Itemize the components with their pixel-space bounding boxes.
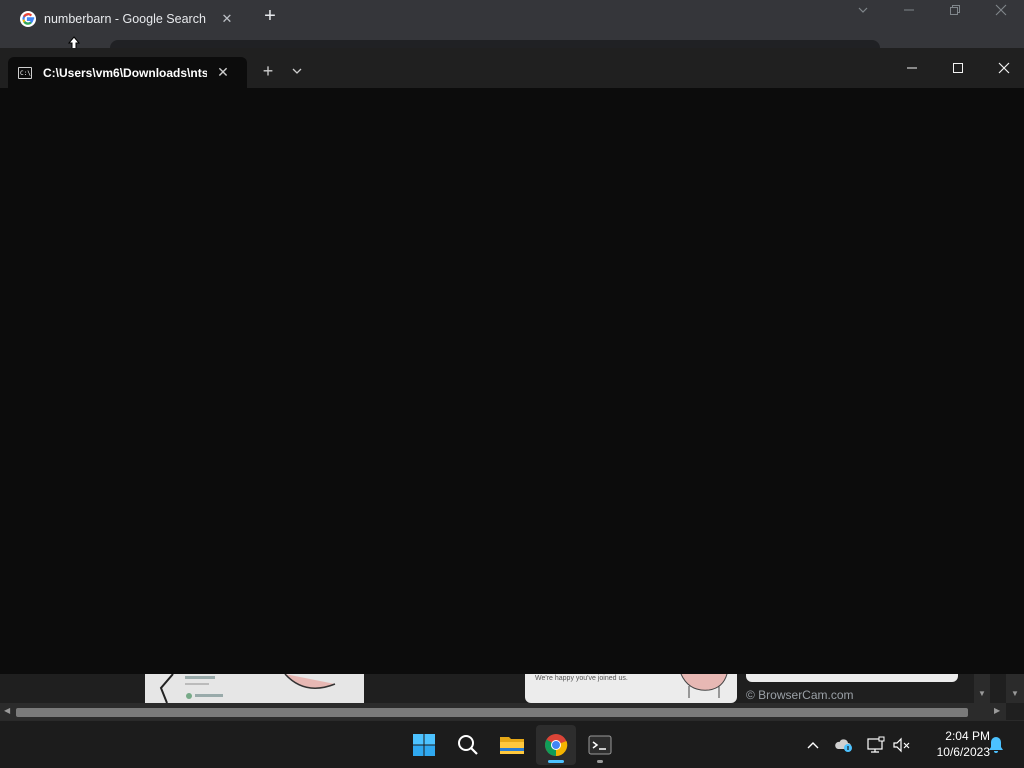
- chrome-tab-strip: numberbarn - Google Search ✕ +: [0, 0, 1024, 48]
- windows-logo-icon: [413, 734, 435, 756]
- chrome-restore-button[interactable]: [943, 4, 967, 24]
- terminal-tab-title: C:\Users\vm6\Downloads\ntsd: [43, 65, 207, 80]
- terminal-tab-close-icon[interactable]: ✕: [213, 64, 233, 81]
- taskbar-search-button[interactable]: [448, 725, 488, 765]
- search-icon: [458, 735, 478, 755]
- onedrive-icon[interactable]: [834, 735, 854, 755]
- terminal-dropdown-chevron-icon[interactable]: [288, 63, 306, 79]
- notification-bell-icon[interactable]: [986, 735, 1006, 755]
- clock-time: 2:04 PM: [945, 729, 990, 743]
- network-icon[interactable]: [866, 735, 886, 755]
- chrome-tab-google-search[interactable]: numberbarn - Google Search ✕: [8, 2, 246, 36]
- terminal-maximize-button[interactable]: [946, 58, 970, 78]
- chrome-tab-close-icon[interactable]: ✕: [216, 11, 238, 27]
- scroll-left-arrow-icon[interactable]: ◀: [4, 706, 10, 715]
- horizontal-scrollbar[interactable]: ◀ ▶: [0, 703, 1006, 720]
- chrome-taskbar-button[interactable]: [536, 725, 576, 765]
- search-result-thumbnail[interactable]: We're happy you've joined us.: [525, 674, 737, 703]
- scroll-down-arrow-icon[interactable]: ▼: [1011, 689, 1019, 698]
- inner-vertical-scrollbar[interactable]: ▼: [974, 674, 990, 703]
- terminal-close-button[interactable]: [992, 58, 1016, 78]
- scroll-right-arrow-icon[interactable]: ▶: [994, 706, 1000, 715]
- terminal-window: C:\ C:\Users\vm6\Downloads\ntsd ✕ +: [0, 48, 1024, 674]
- chrome-icon: [545, 734, 568, 757]
- chrome-omnibox-edge: [110, 40, 880, 48]
- terminal-icon: [588, 735, 612, 755]
- show-hidden-icons-chevron-icon[interactable]: [803, 735, 823, 755]
- terminal-tab[interactable]: C:\ C:\Users\vm6\Downloads\ntsd ✕: [8, 57, 247, 88]
- page-vertical-scrollbar[interactable]: ▼: [1006, 674, 1024, 703]
- terminal-console-area[interactable]: [0, 88, 1024, 674]
- active-app-indicator: [548, 760, 564, 763]
- google-icon: [20, 11, 36, 27]
- terminal-minimize-button[interactable]: [900, 58, 924, 78]
- chrome-close-button[interactable]: [989, 4, 1013, 24]
- clock-date: 10/6/2023: [936, 745, 990, 759]
- chrome-tab-title: numberbarn - Google Search: [44, 12, 206, 26]
- terminal-title-bar[interactable]: C:\ C:\Users\vm6\Downloads\ntsd ✕ +: [0, 48, 1024, 88]
- start-button[interactable]: [404, 725, 444, 765]
- thumbnail-caption: We're happy you've joined us.: [535, 675, 628, 682]
- browsercam-watermark: © BrowserCam.com: [746, 688, 854, 702]
- chrome-new-tab-button[interactable]: +: [258, 4, 282, 28]
- scroll-down-arrow-icon[interactable]: ▼: [978, 689, 986, 698]
- webpage-visible-strip: We're happy you've joined us. © BrowserC…: [0, 674, 1024, 720]
- horizontal-scrollbar-thumb[interactable]: [16, 708, 968, 717]
- search-result-thumbnail[interactable]: [145, 674, 364, 703]
- search-result-thumbnail[interactable]: [746, 674, 958, 682]
- file-explorer-button[interactable]: [492, 725, 532, 765]
- folder-icon: [500, 737, 524, 754]
- chrome-tab-search-chevron-icon[interactable]: [851, 4, 875, 24]
- windows-taskbar: 2:04 PM 10/6/2023: [0, 720, 1024, 768]
- terminal-new-tab-button[interactable]: +: [258, 61, 278, 81]
- volume-muted-icon[interactable]: [892, 735, 912, 755]
- terminal-taskbar-button[interactable]: [580, 725, 620, 765]
- chrome-minimize-button[interactable]: [897, 4, 921, 24]
- running-app-indicator: [597, 760, 603, 763]
- command-prompt-icon: C:\: [18, 66, 32, 79]
- taskbar-clock[interactable]: 2:04 PM 10/6/2023: [916, 728, 990, 760]
